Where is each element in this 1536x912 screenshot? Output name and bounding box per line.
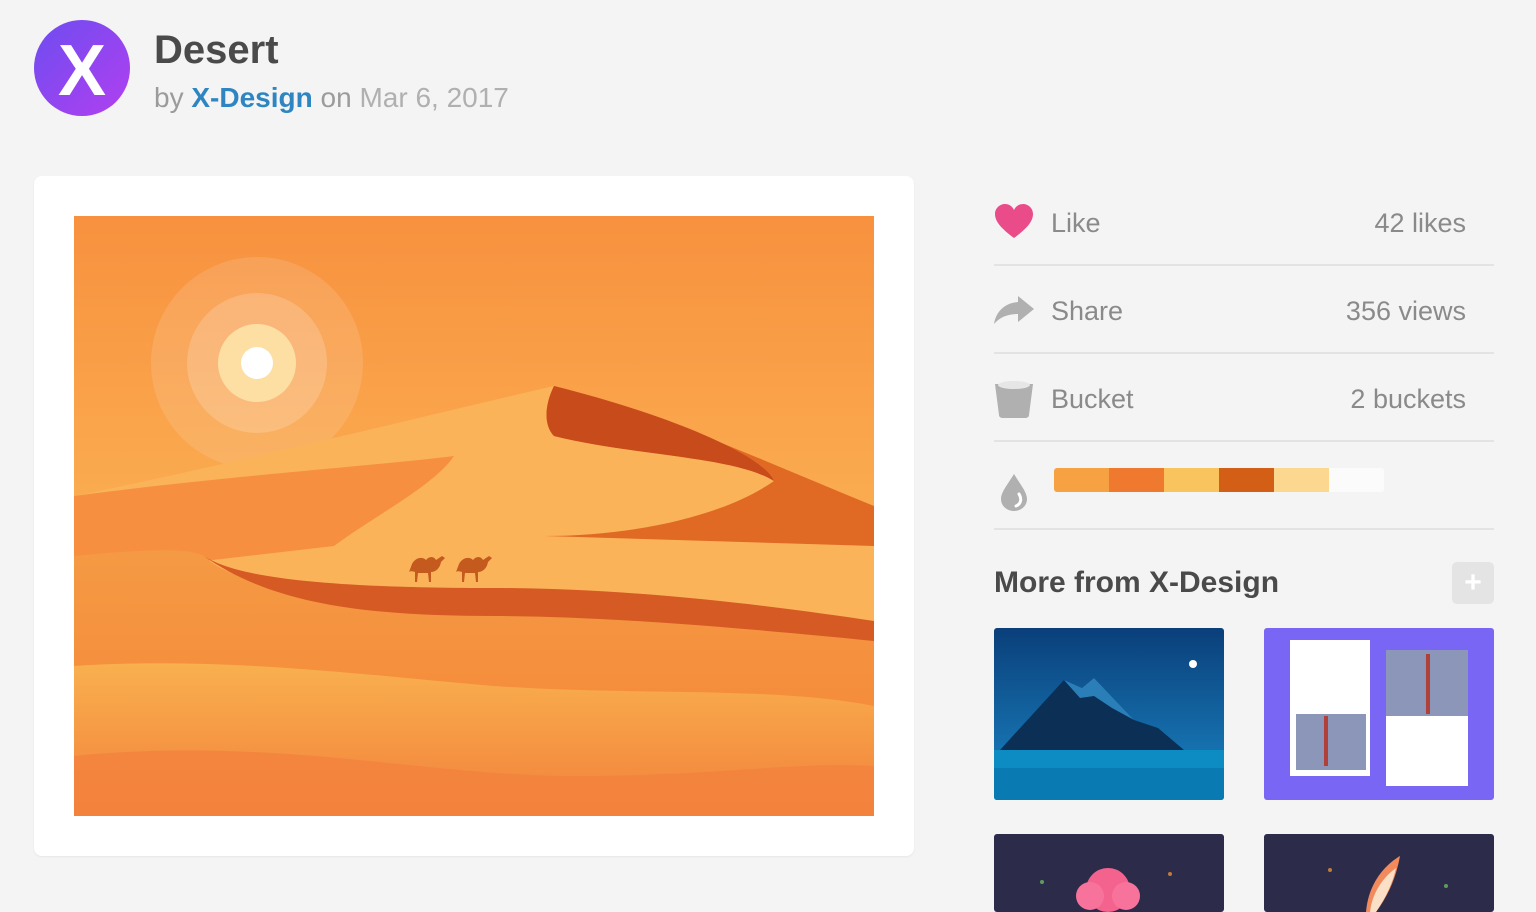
share-label[interactable]: Share — [1051, 294, 1123, 328]
more-shot-thumbnail[interactable] — [994, 628, 1224, 800]
color-swatches — [1054, 468, 1384, 492]
pink-cloud-thumbnail — [994, 834, 1224, 912]
night-mountain-thumbnail — [994, 628, 1224, 800]
on-label: on — [320, 82, 352, 113]
by-label: by — [154, 82, 184, 113]
like-label[interactable]: Like — [1051, 206, 1101, 240]
byline: by X-Design on Mar 6, 2017 — [154, 80, 509, 116]
heart-icon[interactable] — [994, 202, 1034, 242]
color-swatch[interactable] — [1274, 468, 1329, 492]
color-swatch[interactable] — [1329, 468, 1384, 492]
shot-title: Desert — [154, 28, 279, 72]
droplet-icon — [1001, 474, 1027, 511]
shot-date: Mar 6, 2017 — [359, 82, 509, 113]
bucket-label[interactable]: Bucket — [1051, 382, 1134, 416]
shot-image[interactable] — [74, 216, 874, 816]
color-swatch[interactable] — [1164, 468, 1219, 492]
share-arrow-icon[interactable] — [994, 290, 1034, 330]
rocket-thumbnail — [1264, 834, 1494, 912]
buckets-count: 2 buckets — [1350, 384, 1466, 414]
shot-header: X Desert by X-Design on Mar 6, 2017 — [34, 20, 734, 120]
like-row[interactable]: Like 42 likes — [994, 178, 1494, 266]
shot-card — [34, 176, 914, 856]
more-shot-thumbnail[interactable] — [1264, 834, 1494, 912]
author-link[interactable]: X-Design — [191, 82, 312, 113]
color-swatch[interactable] — [1054, 468, 1109, 492]
more-from-title: More from X-Design — [994, 566, 1280, 599]
follow-add-button[interactable]: + — [1452, 562, 1494, 604]
svg-text:X: X — [58, 31, 106, 111]
bucket-row[interactable]: Bucket 2 buckets — [994, 354, 1494, 442]
x-design-logo-icon: X — [58, 31, 106, 111]
bucket-icon[interactable] — [994, 378, 1034, 418]
more-shot-thumbnail[interactable] — [994, 834, 1224, 912]
color-swatch[interactable] — [1109, 468, 1164, 492]
color-swatch[interactable] — [1219, 468, 1274, 492]
views-count: 356 views — [1345, 296, 1466, 326]
share-row[interactable]: Share 356 views — [994, 266, 1494, 354]
golden-gate-app-thumbnail — [1264, 628, 1494, 800]
more-shot-thumbnail[interactable] — [1264, 628, 1494, 800]
author-avatar[interactable]: X — [34, 20, 130, 116]
like-count: 42 likes — [1374, 208, 1466, 238]
